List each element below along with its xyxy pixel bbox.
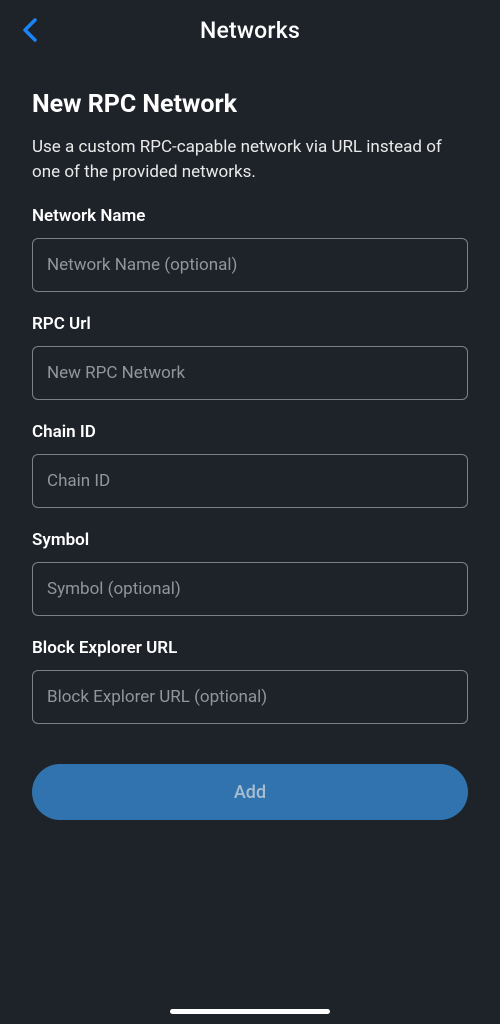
home-indicator[interactable] [170,1009,330,1014]
header-title: Networks [200,17,300,44]
field-network-name: Network Name [32,206,468,292]
header: Networks [0,0,500,60]
network-name-input[interactable] [32,238,468,292]
symbol-input[interactable] [32,562,468,616]
page-title: New RPC Network [32,90,468,119]
network-name-label: Network Name [32,206,468,226]
chain-id-input[interactable] [32,454,468,508]
field-rpc-url: RPC Url [32,314,468,400]
chain-id-label: Chain ID [32,422,468,442]
field-symbol: Symbol [32,530,468,616]
symbol-label: Symbol [32,530,468,550]
page-description: Use a custom RPC-capable network via URL… [32,135,468,184]
content: New RPC Network Use a custom RPC-capable… [0,60,500,820]
back-icon[interactable] [18,18,42,42]
rpc-url-input[interactable] [32,346,468,400]
block-explorer-url-input[interactable] [32,670,468,724]
rpc-url-label: RPC Url [32,314,468,334]
add-button[interactable]: Add [32,764,468,820]
block-explorer-url-label: Block Explorer URL [32,638,468,658]
field-block-explorer-url: Block Explorer URL [32,638,468,724]
field-chain-id: Chain ID [32,422,468,508]
